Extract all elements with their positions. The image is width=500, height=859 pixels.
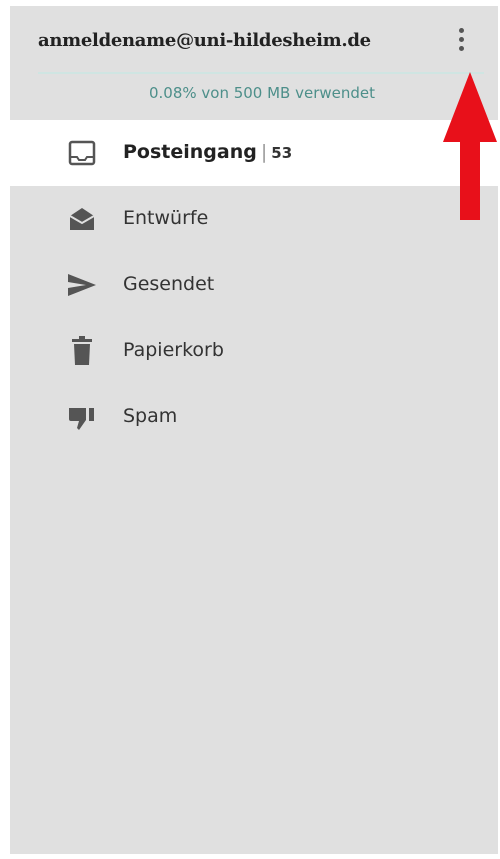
- folder-label: Entwürfe: [123, 207, 209, 229]
- thumbs-down-icon: [69, 408, 94, 430]
- folder-inbox[interactable]: Posteingang | 53: [10, 120, 498, 186]
- account-header: anmeldename@uni-hildesheim.de: [10, 6, 498, 74]
- folder-label: Papierkorb: [123, 339, 224, 361]
- folder-label: Posteingang: [123, 141, 257, 163]
- folder-label: Spam: [123, 405, 178, 427]
- folder-spam[interactable]: Spam: [10, 384, 498, 450]
- count-separator: |: [260, 141, 268, 163]
- account-email: anmeldename@uni-hildesheim.de: [38, 30, 371, 51]
- folder-trash[interactable]: Papierkorb: [10, 318, 498, 384]
- folder-label: Gesendet: [123, 273, 215, 295]
- folder-drafts[interactable]: Entwürfe: [10, 186, 498, 252]
- trash-icon: [72, 336, 92, 365]
- quota-divider: [38, 72, 484, 74]
- folder-sent[interactable]: Gesendet: [10, 252, 498, 318]
- storage-quota: 0.08% von 500 MB verwendet: [148, 84, 376, 102]
- inbox-icon: [68, 140, 96, 166]
- annotation-arrow: [443, 72, 497, 220]
- unread-count: 53: [271, 144, 293, 162]
- drafts-icon: [69, 208, 95, 230]
- navigation-drawer: anmeldename@uni-hildesheim.de 0.08% von …: [10, 6, 498, 854]
- send-icon: [68, 274, 96, 296]
- overflow-menu-icon[interactable]: [450, 24, 474, 64]
